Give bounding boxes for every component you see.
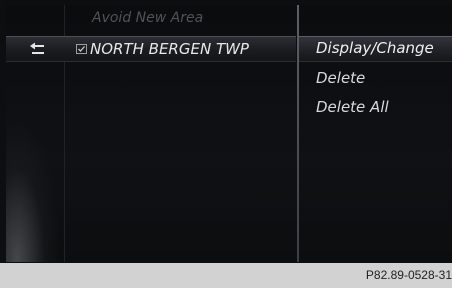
- menu-item-delete[interactable]: Delete: [299, 65, 452, 94]
- list-item-label: NORTH BERGEN TWP: [90, 40, 249, 58]
- caption-bar: P82.89-0528-31: [0, 263, 452, 288]
- checkbox-icon[interactable]: [76, 44, 87, 54]
- back-arrow-icon[interactable]: [30, 42, 46, 56]
- menu-item-delete-all[interactable]: Delete All: [299, 94, 452, 123]
- menu-item-label: Display/Change: [316, 39, 434, 57]
- menu-item-label: Delete: [316, 69, 366, 87]
- list-item-label: Avoid New Area: [92, 10, 204, 26]
- options-menu: Display/Change Delete Delete All: [299, 36, 452, 123]
- list-item-avoid-new-area[interactable]: Avoid New Area: [6, 5, 296, 31]
- screen-glare: [6, 115, 61, 262]
- menu-item-display-change[interactable]: Display/Change: [299, 36, 452, 62]
- figure-caption: P82.89-0528-31: [365, 268, 452, 282]
- menu-item-label: Delete All: [316, 98, 389, 116]
- navigation-screen: Avoid New Area NORTH BERGEN TWP Display/…: [6, 5, 452, 262]
- list-item-north-bergen[interactable]: NORTH BERGEN TWP: [6, 36, 296, 62]
